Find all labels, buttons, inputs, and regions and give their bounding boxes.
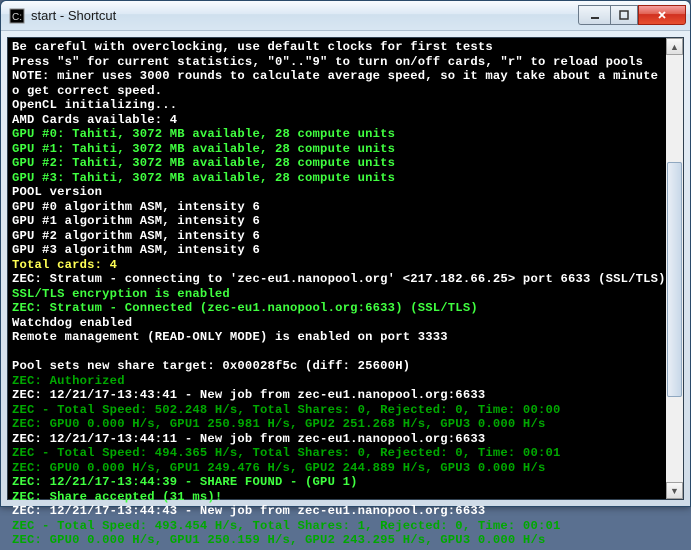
titlebar[interactable]: C: start - Shortcut: [1, 1, 690, 31]
terminal-line: ZEC: Stratum - connecting to 'zec-eu1.na…: [12, 272, 679, 287]
app-icon: C:: [9, 8, 25, 24]
app-window: C: start - Shortcut Be careful with over…: [0, 0, 691, 507]
terminal-line: ZEC - Total Speed: 502.248 H/s, Total Sh…: [12, 403, 679, 418]
terminal-line: ZEC: 12/21/17-13:43:41 - New job from ze…: [12, 388, 679, 403]
terminal-line: POOL version: [12, 185, 679, 200]
terminal-line: Be careful with overclocking, use defaul…: [12, 40, 679, 55]
terminal-line: ZEC: Authorized: [12, 374, 679, 389]
terminal-line: GPU #1: Tahiti, 3072 MB available, 28 co…: [12, 142, 679, 157]
svg-text:C:: C:: [12, 12, 22, 23]
terminal-line: ZEC: GPU0 0.000 H/s, GPU1 249.476 H/s, G…: [12, 461, 679, 476]
terminal-line: ZEC: 12/21/17-13:44:43 - New job from ze…: [12, 504, 679, 519]
terminal-line: ZEC: Share accepted (31 ms)!: [12, 490, 679, 505]
terminal-line: NOTE: miner uses 3000 rounds to calculat…: [12, 69, 679, 98]
terminal-output: Be careful with overclocking, use defaul…: [8, 38, 683, 550]
terminal-line: ZEC - Total Speed: 493.454 H/s, Total Sh…: [12, 519, 679, 534]
vertical-scrollbar[interactable]: ▲ ▼: [666, 38, 683, 499]
terminal-line: ZEC: GPU0 0.000 H/s, GPU1 250.159 H/s, G…: [12, 533, 679, 548]
terminal-line: OpenCL initializing...: [12, 98, 679, 113]
terminal-line: Remote management (READ-ONLY MODE) is en…: [12, 330, 679, 345]
terminal-line: GPU #3 algorithm ASM, intensity 6: [12, 243, 679, 258]
terminal-line: GPU #1 algorithm ASM, intensity 6: [12, 214, 679, 229]
close-button[interactable]: [638, 5, 686, 25]
terminal-line: Total cards: 4: [12, 258, 679, 273]
scroll-track[interactable]: [666, 55, 683, 482]
terminal-line: GPU #2: Tahiti, 3072 MB available, 28 co…: [12, 156, 679, 171]
scroll-down-button[interactable]: ▼: [666, 482, 683, 499]
terminal-line: ZEC: Stratum - Connected (zec-eu1.nanopo…: [12, 301, 679, 316]
terminal-line: Pool sets new share target: 0x00028f5c (…: [12, 359, 679, 374]
terminal-line: ZEC: 12/21/17-13:44:39 - SHARE FOUND - (…: [12, 475, 679, 490]
scroll-thumb[interactable]: [667, 162, 682, 397]
client-area: Be careful with overclocking, use defaul…: [7, 37, 684, 500]
terminal-line: SSL/TLS encryption is enabled: [12, 287, 679, 302]
terminal-line: GPU #0: Tahiti, 3072 MB available, 28 co…: [12, 127, 679, 142]
terminal-line: Press "s" for current statistics, "0".."…: [12, 55, 679, 70]
terminal-line: ZEC - Total Speed: 494.365 H/s, Total Sh…: [12, 446, 679, 461]
terminal-line: GPU #3: Tahiti, 3072 MB available, 28 co…: [12, 171, 679, 186]
terminal-line: AMD Cards available: 4: [12, 113, 679, 128]
window-controls: [578, 7, 686, 25]
minimize-button[interactable]: [578, 5, 610, 25]
window-title: start - Shortcut: [31, 8, 578, 23]
terminal-line: ZEC: 12/21/17-13:44:11 - New job from ze…: [12, 432, 679, 447]
terminal-line: GPU #0 algorithm ASM, intensity 6: [12, 200, 679, 215]
maximize-button[interactable]: [610, 5, 638, 25]
scroll-up-button[interactable]: ▲: [666, 38, 683, 55]
terminal-line: [12, 345, 679, 360]
terminal-line: ZEC: GPU0 0.000 H/s, GPU1 250.981 H/s, G…: [12, 417, 679, 432]
terminal-line: Watchdog enabled: [12, 316, 679, 331]
terminal-line: GPU #2 algorithm ASM, intensity 6: [12, 229, 679, 244]
